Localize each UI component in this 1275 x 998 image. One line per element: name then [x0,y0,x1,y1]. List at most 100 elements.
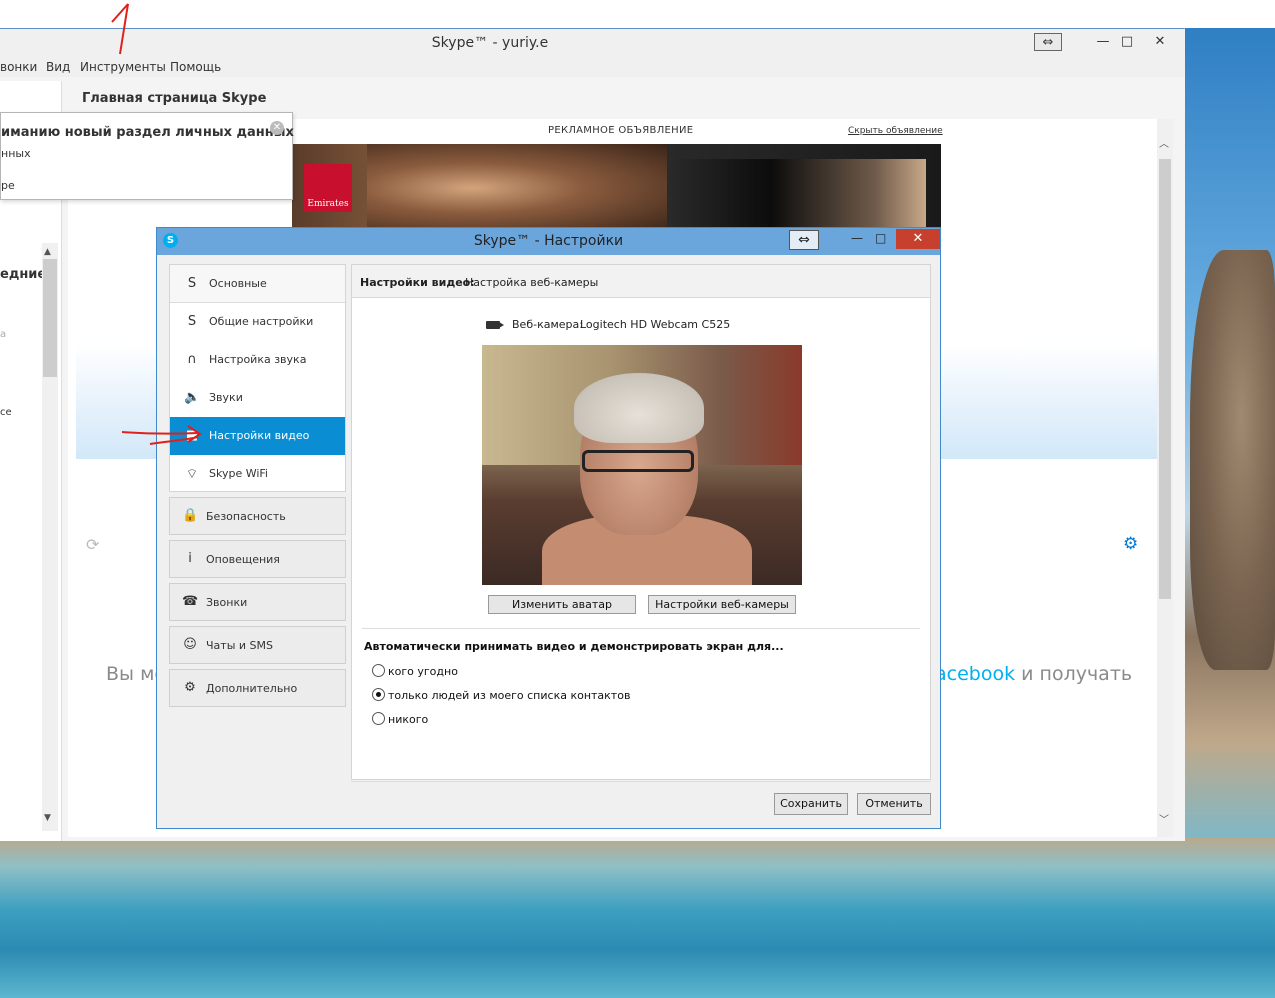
camera-icon: ■ [185,428,199,443]
webcam-label: Веб-камера: [512,318,583,331]
radio-contacts-only-label: только людей из моего списка контактов [388,689,631,702]
radio-circle[interactable] [372,712,385,725]
emirates-logo: Emirates [304,164,352,212]
nav-sounds[interactable]: 🔈 Звуки [170,379,345,417]
ad-banner[interactable]: Emirates [292,144,941,232]
close-button[interactable]: ✕ [1140,33,1180,51]
preview-person-hair [574,373,704,443]
auto-accept-title: Автоматически принимать видео и демонстр… [364,640,784,653]
nav-advanced-label: Дополнительно [206,682,298,695]
settings-dialog: S Skype™ - Настройки ⇔ — □ ✕ S Основные … [156,227,941,829]
main-title-bar[interactable]: Skype™ - yuriy.e ⇔ — □ ✕ [0,29,1185,59]
radio-circle[interactable] [372,664,385,677]
gear-icon: ⚙ [184,680,196,695]
nav-chats-sms[interactable]: ☺ Чаты и SMS [169,626,346,664]
menu-bar: вонки Вид Инструменты Помощь [0,59,1185,77]
skype-icon: S [187,276,197,291]
main-window-title: Skype™ - yuriy.e [431,35,549,51]
maximize-button[interactable]: □ [1117,33,1137,51]
nav-video-settings-label: Настройки видео [209,429,310,442]
nav-security[interactable]: 🔒 Безопасность [169,497,346,535]
privacy-notification[interactable]: иманию новый раздел личных данных нных р… [0,112,294,200]
chevron-down-icon[interactable]: ﹀ [1159,811,1169,826]
webcam-device[interactable]: Logitech HD Webcam C525 [580,318,730,331]
ad-photo-people [367,144,667,232]
nav-general[interactable]: S Основные [170,265,345,303]
notification-line-2: ре [1,179,15,192]
snap-resize-icon[interactable]: ⇔ [1034,33,1062,51]
settings-minimize-button[interactable]: — [851,231,863,245]
nav-audio-settings-label: Настройка звука [209,353,307,366]
close-icon[interactable]: ✕ [270,121,284,135]
nav-skype-wifi[interactable]: ⌔ Skype WiFi [170,455,345,493]
hide-ad-link[interactable]: Скрыть объявление [848,126,943,136]
left-scroll-thumb[interactable] [43,259,57,377]
settings-title: Skype™ - Настройки [473,233,624,249]
panel-header: Настройки видео: Настройка веб-камеры [352,265,930,298]
nav-security-label: Безопасность [206,510,286,523]
snap-resize-icon[interactable]: ⇔ [789,230,819,250]
change-avatar-button[interactable]: Изменить аватар [488,595,636,614]
nav-advanced[interactable]: ⚙ Дополнительно [169,669,346,707]
divider [362,628,920,629]
radio-circle-selected[interactable] [372,688,385,701]
left-fragment-2: се [0,407,12,418]
scroll-up-icon[interactable]: ▲ [44,247,51,257]
info-icon: i [188,551,192,566]
refresh-icon[interactable]: ⟳ [86,535,99,554]
settings-title-bar[interactable]: S Skype™ - Настройки ⇔ — □ ✕ [157,228,940,255]
left-scrollbar[interactable]: ▲ ▼ [42,243,58,831]
nav-general-settings[interactable]: S Общие настройки [170,303,345,341]
minimize-button[interactable]: — [1093,33,1113,51]
chat-icon: ☺ [183,637,197,652]
nav-general-label: Основные [209,277,267,290]
settings-maximize-button[interactable]: □ [875,231,886,245]
general-nav-group: S Основные S Общие настройки ∩ Настройка… [169,264,346,492]
menu-tools[interactable]: Инструменты [80,60,166,74]
notification-title: иманию новый раздел личных данных [1,125,294,140]
nav-skype-wifi-label: Skype WiFi [209,467,268,480]
nav-chats-sms-label: Чаты и SMS [206,639,273,652]
phone-icon: ☎ [182,594,199,609]
menu-help[interactable]: Помощь [170,60,221,74]
radio-nobody-label: никого [388,713,429,726]
invite-text-right: acebook и получать [935,663,1132,685]
video-settings-panel: Настройки видео: Настройка веб-камеры Ве… [351,264,931,780]
nav-video-settings[interactable]: ■ Настройки видео [170,417,345,455]
webcam-preview [482,345,802,585]
skype-icon: S [187,314,197,329]
settings-close-button[interactable]: ✕ [896,229,940,249]
left-fragment-1: а [0,329,7,340]
main-scroll-thumb[interactable] [1159,159,1171,599]
webcam-settings-button[interactable]: Настройки веб-камеры [648,595,796,614]
webcam-icon [486,321,504,329]
notification-line-1: нных [1,147,31,160]
menu-calls[interactable]: вонки [0,60,37,74]
nav-general-settings-label: Общие настройки [209,315,314,328]
gear-icon[interactable]: ⚙ [1123,535,1141,553]
facebook-link[interactable]: acebook [935,663,1015,685]
speaker-icon: 🔈 [184,390,201,405]
nav-calls[interactable]: ☎ Звонки [169,583,346,621]
desktop-wallpaper-bottom [0,838,1275,998]
headset-icon: ∩ [187,352,197,367]
chevron-up-icon[interactable]: ︿ [1159,135,1169,150]
recent-heading: едние [0,267,47,282]
panel-heading-bold: Настройки видео: [360,276,475,289]
nav-audio-settings[interactable]: ∩ Настройка звука [170,341,345,379]
nav-notifications-label: Оповещения [206,553,280,566]
lock-icon: 🔒 [182,508,199,523]
wallpaper-rock [1190,250,1275,670]
panel-heading-sub: Настройка веб-камеры [465,276,599,289]
ad-photo-cabin [668,159,926,232]
nav-sounds-label: Звуки [209,391,243,404]
nav-notifications[interactable]: i Оповещения [169,540,346,578]
wifi-icon: ⌔ [185,467,199,482]
nav-calls-label: Звонки [206,596,248,609]
cancel-button[interactable]: Отменить [857,793,931,815]
save-button[interactable]: Сохранить [774,793,848,815]
scroll-down-icon[interactable]: ▼ [44,813,51,823]
ad-label: РЕКЛАМНОЕ ОБЪЯВЛЕНИЕ [548,125,694,136]
invite-suffix: и получать [1015,663,1133,685]
menu-view[interactable]: Вид [46,60,70,74]
